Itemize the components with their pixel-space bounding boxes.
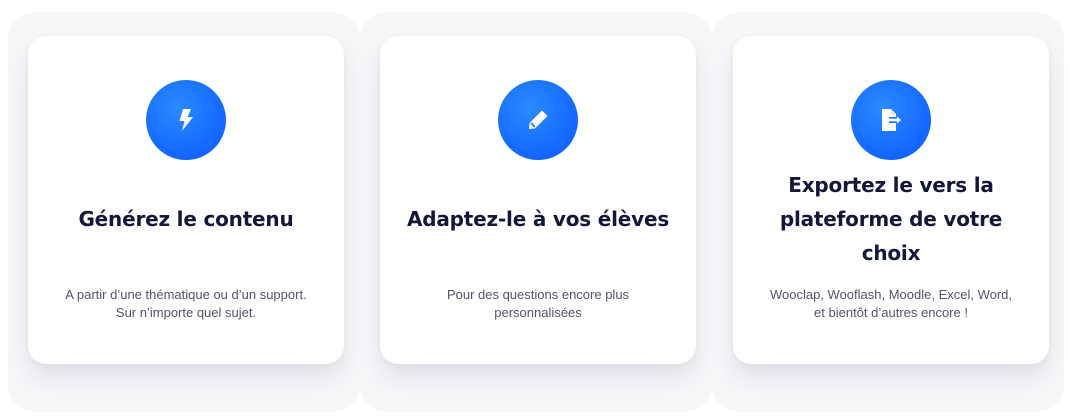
feature-title: Exportez le vers la plateforme de votre … — [779, 173, 1003, 265]
file-export-icon — [851, 80, 931, 160]
features-section: Générez le contenu A partir d’une thémat… — [0, 0, 1069, 419]
feature-card-adapt: Adaptez-le à vos élèves Pour des questio… — [380, 36, 696, 364]
feature-card-generate: Générez le contenu A partir d’une thémat… — [28, 36, 344, 364]
feature-card-export: Exportez le vers la plateforme de votre … — [733, 36, 1049, 364]
feature-title: Générez le contenu — [78, 207, 294, 231]
pencil-icon — [498, 80, 578, 160]
feature-description: Pour des questions encore plus personnal… — [446, 287, 630, 320]
lightning-bolt-icon — [146, 80, 226, 160]
feature-title: Adaptez-le à vos élèves — [406, 207, 670, 231]
feature-description: A partir d’une thématique ou d’un suppor… — [65, 287, 307, 320]
feature-description: Wooclap, Wooflash, Moodle, Excel, Word, … — [769, 287, 1013, 320]
